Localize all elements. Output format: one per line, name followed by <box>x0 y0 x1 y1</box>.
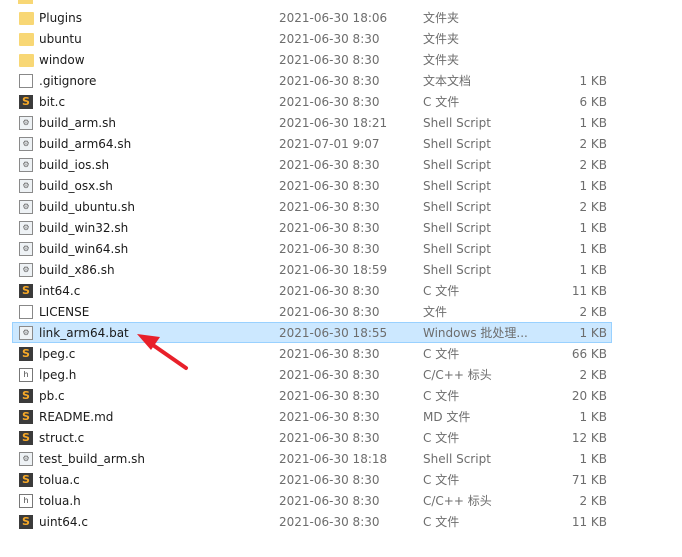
annotation-arrow <box>137 334 188 370</box>
